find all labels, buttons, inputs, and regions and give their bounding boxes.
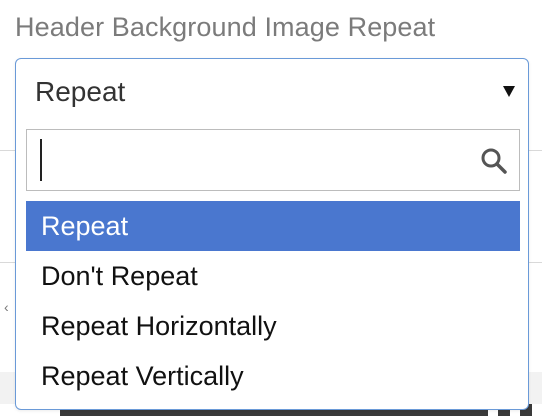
search-input[interactable]	[27, 130, 467, 189]
option-repeat-horizontally[interactable]: Repeat Horizontally	[26, 301, 520, 351]
option-repeat[interactable]: Repeat	[26, 201, 520, 251]
select-current-value[interactable]: Repeat	[35, 76, 125, 108]
repeat-select[interactable]: Repeat Repeat Don't Repeat Repeat Horizo…	[15, 58, 529, 410]
chevron-left-icon: ‹	[4, 299, 9, 315]
search-icon[interactable]	[480, 147, 508, 175]
option-dont-repeat[interactable]: Don't Repeat	[26, 251, 520, 301]
text-cursor	[40, 139, 42, 181]
field-label: Header Background Image Repeat	[15, 12, 436, 42]
options-list: Repeat Don't Repeat Repeat Horizontally …	[26, 201, 520, 401]
option-repeat-vertically[interactable]: Repeat Vertically	[26, 351, 520, 401]
search-box[interactable]	[26, 129, 520, 191]
triangle-down-icon[interactable]	[503, 86, 515, 97]
